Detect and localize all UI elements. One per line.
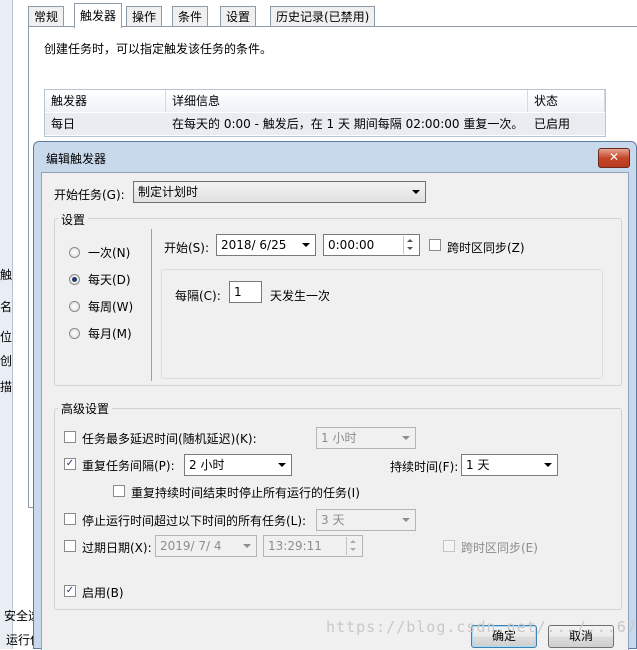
tab-history[interactable]: 历史记录(已禁用): [270, 6, 376, 27]
radio-daily[interactable]: [69, 274, 80, 285]
start-date-picker[interactable]: 2018/ 6/25: [216, 234, 316, 256]
repeat-checkbox[interactable]: ✓: [64, 458, 76, 470]
advanced-group-title: 高级设置: [58, 400, 113, 417]
close-icon: ✕: [608, 150, 620, 164]
sync-timezone-checkbox[interactable]: [429, 239, 441, 251]
start-time-value: 0:00:00: [328, 238, 375, 252]
start-label: 开始(S):: [164, 241, 210, 255]
duration-label: 持续时间(F):: [390, 460, 459, 474]
dialog-body: 开始任务(G): 制定计划时 设置 一次(N) 每天(D) 每周(W) 每月(M…: [41, 172, 629, 650]
radio-monthly[interactable]: [69, 328, 80, 339]
left-strip: [0, 0, 13, 649]
tab-triggers[interactable]: 触发器: [74, 3, 123, 28]
repeat-label[interactable]: 重复任务间隔(P):: [82, 457, 175, 474]
duration-select[interactable]: 1 天: [461, 454, 558, 476]
left-fragment: 创: [0, 354, 13, 368]
left-fragment: 描: [0, 380, 13, 394]
delay-select[interactable]: 1 小时: [316, 427, 416, 449]
delay-checkbox[interactable]: [64, 431, 76, 443]
watermark: https://blog.csdn.net/.../...67: [326, 618, 637, 636]
edit-trigger-dialog: 编辑触发器 ✕ 开始任务(G): 制定计划时 设置 一次(N) 每天(D) 每周…: [33, 141, 637, 650]
begin-task-label: 开始任务(G):: [54, 188, 125, 202]
dialog-title: 编辑触发器: [46, 152, 107, 166]
left-fragment: 位: [0, 330, 13, 344]
begin-task-select[interactable]: 制定计划时: [133, 181, 426, 203]
settings-divider: [151, 229, 152, 381]
triggers-table: 触发器 详细信息 状态 每日 在每天的 0:00 - 触发后，在 1 天 期间每…: [44, 89, 606, 137]
start-time-input[interactable]: 0:00:00: [323, 234, 420, 256]
sync-timezone-label[interactable]: 跨时区同步(Z): [447, 239, 525, 256]
expire-time-spinner[interactable]: [346, 537, 361, 555]
expire-sync-checkbox[interactable]: [443, 540, 455, 552]
enabled-checkbox[interactable]: ✓: [64, 585, 76, 597]
radio-weekly-label[interactable]: 每周(W): [88, 298, 133, 315]
cell-status: 已启用: [534, 117, 571, 131]
recur-label: 每隔(C):: [175, 289, 221, 303]
radio-weekly[interactable]: [69, 301, 80, 312]
left-fragment: 名: [0, 300, 13, 314]
recur-input[interactable]: 1: [229, 281, 262, 303]
radio-daily-label[interactable]: 每天(D): [88, 271, 131, 288]
tab-actions[interactable]: 操作: [126, 6, 163, 27]
close-button[interactable]: ✕: [598, 148, 630, 168]
stop-longer-checkbox[interactable]: [64, 513, 76, 525]
tab-general[interactable]: 常规: [28, 6, 65, 27]
radio-monthly-label[interactable]: 每月(M): [88, 325, 132, 342]
radio-once[interactable]: [69, 247, 80, 258]
start-time-spinner[interactable]: [403, 236, 418, 254]
triggers-description: 创建任务时，可以指定触发该任务的条件。: [44, 42, 273, 56]
expire-time-input[interactable]: 13:29:11: [263, 535, 363, 557]
stop-longer-label[interactable]: 停止运行时间超过以下时间的所有任务(L):: [82, 512, 306, 529]
cell-details: 在每天的 0:00 - 触发后，在 1 天 期间每隔 02:00:00 重复一次…: [172, 117, 524, 131]
radio-once-label[interactable]: 一次(N): [88, 244, 130, 261]
column-header-status[interactable]: 状态: [528, 90, 605, 112]
cell-trigger: 每日: [51, 117, 76, 131]
expire-time-value: 13:29:11: [268, 539, 322, 553]
left-fragment: 触: [0, 268, 13, 282]
column-header-trigger[interactable]: 触发器: [45, 90, 166, 112]
expire-checkbox[interactable]: [64, 540, 76, 552]
dialog-titlebar[interactable]: 编辑触发器 ✕: [34, 142, 636, 172]
enabled-label[interactable]: 启用(B): [82, 584, 124, 601]
expire-label[interactable]: 过期日期(X):: [82, 539, 152, 556]
stop-at-end-label[interactable]: 重复持续时间结束时停止所有运行的任务(I): [131, 484, 360, 501]
table-row[interactable]: 每日 在每天的 0:00 - 触发后，在 1 天 期间每隔 02:00:00 重…: [45, 113, 605, 135]
stop-longer-select[interactable]: 3 天: [316, 509, 416, 531]
repeat-interval-select[interactable]: 2 小时: [184, 454, 292, 476]
tab-settings[interactable]: 设置: [220, 6, 257, 27]
recur-panel: [161, 269, 603, 379]
settings-group-title: 设置: [58, 211, 89, 228]
column-header-details[interactable]: 详细信息: [166, 90, 528, 112]
expire-sync-label[interactable]: 跨时区同步(E): [461, 539, 538, 556]
recur-suffix: 天发生一次: [270, 289, 331, 303]
stop-at-end-checkbox[interactable]: [113, 485, 125, 497]
expire-date-picker[interactable]: 2019/ 7/ 4: [155, 535, 257, 557]
tab-conditions[interactable]: 条件: [172, 6, 209, 27]
delay-label[interactable]: 任务最多延迟时间(随机延迟)(K):: [82, 430, 257, 447]
